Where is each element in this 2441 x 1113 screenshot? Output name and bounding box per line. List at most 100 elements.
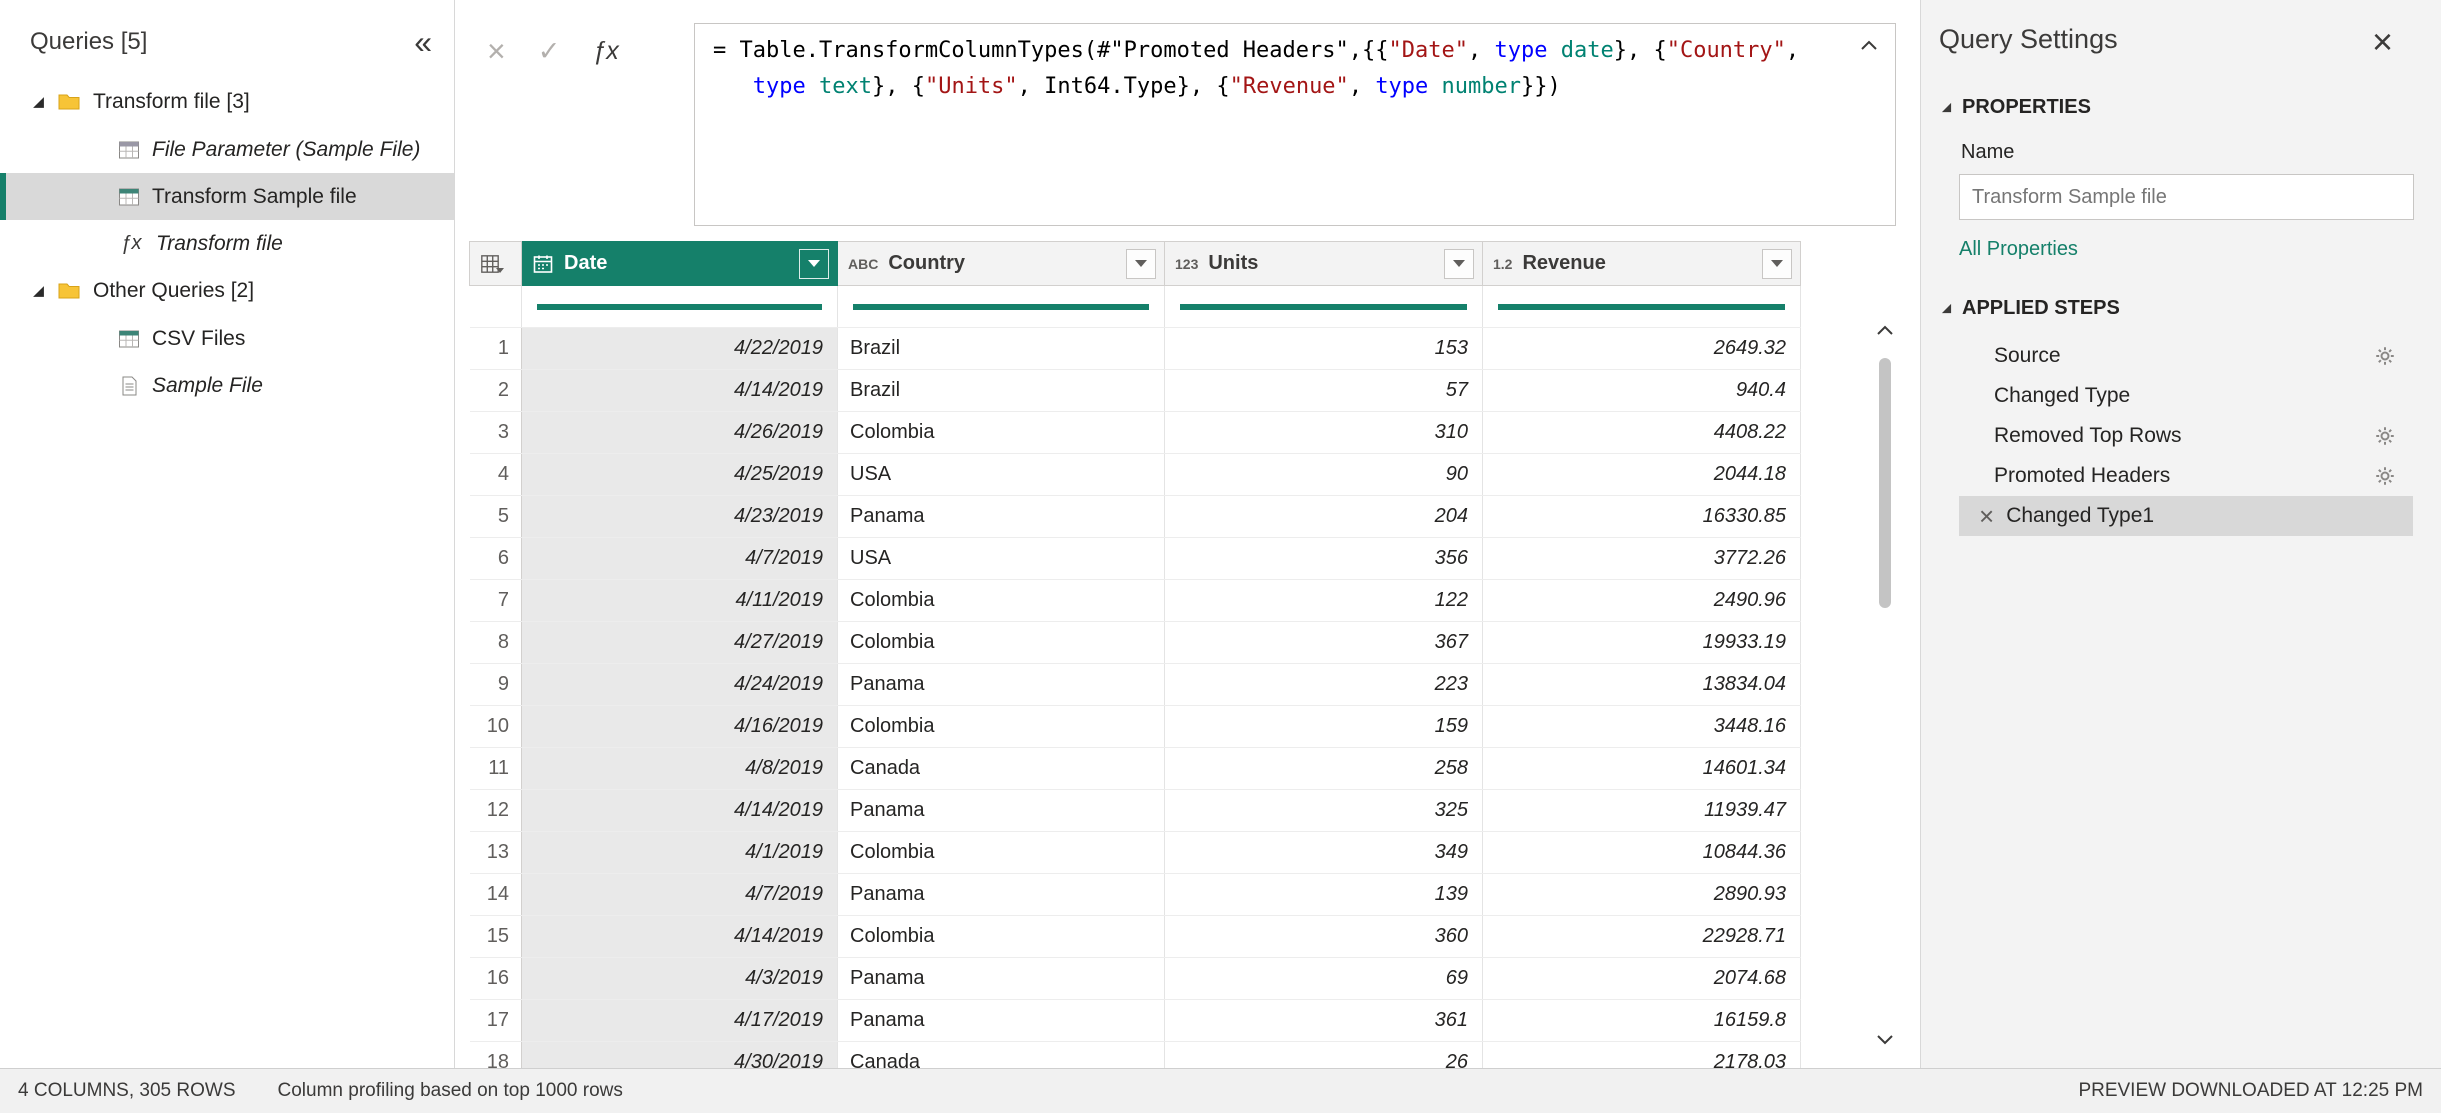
step-changed-type[interactable]: Changed Type: [1959, 376, 2413, 416]
date-cell[interactable]: 4/25/2019: [522, 454, 838, 496]
commit-formula-button[interactable]: ✓: [538, 38, 561, 65]
country-cell[interactable]: Panama: [838, 496, 1165, 538]
column-header-units[interactable]: 123 Units: [1165, 242, 1483, 286]
date-cell[interactable]: 4/14/2019: [522, 370, 838, 412]
units-cell[interactable]: 204: [1165, 496, 1483, 538]
row-number-cell[interactable]: 5: [470, 496, 522, 538]
gear-icon[interactable]: [2375, 466, 2395, 486]
country-cell[interactable]: Colombia: [838, 412, 1165, 454]
tree-group-other-queries[interactable]: Other Queries [2]: [0, 267, 454, 315]
date-cell[interactable]: 4/14/2019: [522, 916, 838, 958]
table-menu-button[interactable]: [470, 242, 522, 286]
revenue-cell[interactable]: 16159.8: [1483, 1000, 1801, 1042]
query-item-sample-file[interactable]: Sample File: [0, 362, 454, 409]
formula-text[interactable]: = Table.TransformColumnTypes(#"Promoted …: [713, 33, 1843, 105]
country-cell[interactable]: Brazil: [838, 370, 1165, 412]
date-cell[interactable]: 4/7/2019: [522, 874, 838, 916]
revenue-cell[interactable]: 3772.26: [1483, 538, 1801, 580]
date-cell[interactable]: 4/16/2019: [522, 706, 838, 748]
country-cell[interactable]: Colombia: [838, 622, 1165, 664]
country-cell[interactable]: USA: [838, 538, 1165, 580]
filter-button-country[interactable]: [1126, 249, 1156, 279]
row-number-cell[interactable]: 17: [470, 1000, 522, 1042]
add-step-button[interactable]: ƒx: [592, 39, 618, 64]
country-cell[interactable]: Colombia: [838, 832, 1165, 874]
scrollbar-track[interactable]: [1872, 344, 1898, 1026]
date-cell[interactable]: 4/30/2019: [522, 1042, 838, 1069]
revenue-cell[interactable]: 19933.19: [1483, 622, 1801, 664]
scroll-up-icon[interactable]: [1873, 318, 1897, 344]
date-cell[interactable]: 4/24/2019: [522, 664, 838, 706]
country-cell[interactable]: Panama: [838, 664, 1165, 706]
revenue-cell[interactable]: 2490.96: [1483, 580, 1801, 622]
row-number-cell[interactable]: 4: [470, 454, 522, 496]
country-cell[interactable]: Brazil: [838, 328, 1165, 370]
row-number-cell[interactable]: 15: [470, 916, 522, 958]
date-cell[interactable]: 4/27/2019: [522, 622, 838, 664]
revenue-cell[interactable]: 2649.32: [1483, 328, 1801, 370]
date-cell[interactable]: 4/22/2019: [522, 328, 838, 370]
units-cell[interactable]: 356: [1165, 538, 1483, 580]
country-cell[interactable]: Colombia: [838, 706, 1165, 748]
collapse-queries-pane-icon[interactable]: «: [414, 26, 432, 58]
step-removed-top-rows[interactable]: Removed Top Rows: [1959, 416, 2413, 456]
revenue-cell[interactable]: 13834.04: [1483, 664, 1801, 706]
units-cell[interactable]: 325: [1165, 790, 1483, 832]
collapse-formula-bar-icon[interactable]: [1857, 34, 1881, 58]
revenue-cell[interactable]: 4408.22: [1483, 412, 1801, 454]
vertical-scrollbar[interactable]: [1872, 318, 1898, 1052]
units-cell[interactable]: 361: [1165, 1000, 1483, 1042]
revenue-cell[interactable]: 11939.47: [1483, 790, 1801, 832]
country-cell[interactable]: Panama: [838, 1000, 1165, 1042]
row-number-cell[interactable]: 7: [470, 580, 522, 622]
step-promoted-headers[interactable]: Promoted Headers: [1959, 456, 2413, 496]
step-source[interactable]: Source: [1959, 336, 2413, 376]
row-number-cell[interactable]: 6: [470, 538, 522, 580]
tree-group-transform-file[interactable]: Transform file [3]: [0, 78, 454, 126]
filter-button-revenue[interactable]: [1762, 249, 1792, 279]
all-properties-link[interactable]: All Properties: [1959, 238, 2078, 261]
units-cell[interactable]: 90: [1165, 454, 1483, 496]
units-cell[interactable]: 139: [1165, 874, 1483, 916]
column-header-country[interactable]: ABC Country: [838, 242, 1165, 286]
row-number-cell[interactable]: 9: [470, 664, 522, 706]
units-cell[interactable]: 159: [1165, 706, 1483, 748]
date-cell[interactable]: 4/3/2019: [522, 958, 838, 1000]
scrollbar-thumb[interactable]: [1879, 358, 1891, 608]
delete-step-icon[interactable]: ×: [1979, 503, 1994, 529]
units-cell[interactable]: 26: [1165, 1042, 1483, 1069]
gear-icon[interactable]: [2375, 346, 2395, 366]
units-cell[interactable]: 69: [1165, 958, 1483, 1000]
row-number-cell[interactable]: 8: [470, 622, 522, 664]
row-number-cell[interactable]: 11: [470, 748, 522, 790]
revenue-cell[interactable]: 10844.36: [1483, 832, 1801, 874]
revenue-cell[interactable]: 2044.18: [1483, 454, 1801, 496]
scroll-down-icon[interactable]: [1873, 1026, 1897, 1052]
row-number-cell[interactable]: 18: [470, 1042, 522, 1069]
properties-section-header[interactable]: PROPERTIES: [1941, 96, 2441, 119]
date-cell[interactable]: 4/1/2019: [522, 832, 838, 874]
query-name-input[interactable]: [1959, 174, 2414, 220]
revenue-cell[interactable]: 2074.68: [1483, 958, 1801, 1000]
filter-button-date[interactable]: [799, 249, 829, 279]
applied-steps-section-header[interactable]: APPLIED STEPS: [1941, 297, 2441, 320]
country-cell[interactable]: Panama: [838, 874, 1165, 916]
revenue-cell[interactable]: 14601.34: [1483, 748, 1801, 790]
date-cell[interactable]: 4/14/2019: [522, 790, 838, 832]
revenue-cell[interactable]: 22928.71: [1483, 916, 1801, 958]
row-number-cell[interactable]: 3: [470, 412, 522, 454]
date-cell[interactable]: 4/17/2019: [522, 1000, 838, 1042]
close-settings-icon[interactable]: ×: [2372, 24, 2393, 60]
country-cell[interactable]: USA: [838, 454, 1165, 496]
units-cell[interactable]: 349: [1165, 832, 1483, 874]
row-number-cell[interactable]: 10: [470, 706, 522, 748]
column-header-revenue[interactable]: 1.2 Revenue: [1483, 242, 1801, 286]
filter-button-units[interactable]: [1444, 249, 1474, 279]
query-item-file-parameter[interactable]: File Parameter (Sample File): [0, 126, 454, 173]
country-cell[interactable]: Colombia: [838, 580, 1165, 622]
country-cell[interactable]: Panama: [838, 958, 1165, 1000]
revenue-cell[interactable]: 16330.85: [1483, 496, 1801, 538]
date-cell[interactable]: 4/26/2019: [522, 412, 838, 454]
country-cell[interactable]: Panama: [838, 790, 1165, 832]
query-item-csv-files[interactable]: CSV Files: [0, 315, 454, 362]
